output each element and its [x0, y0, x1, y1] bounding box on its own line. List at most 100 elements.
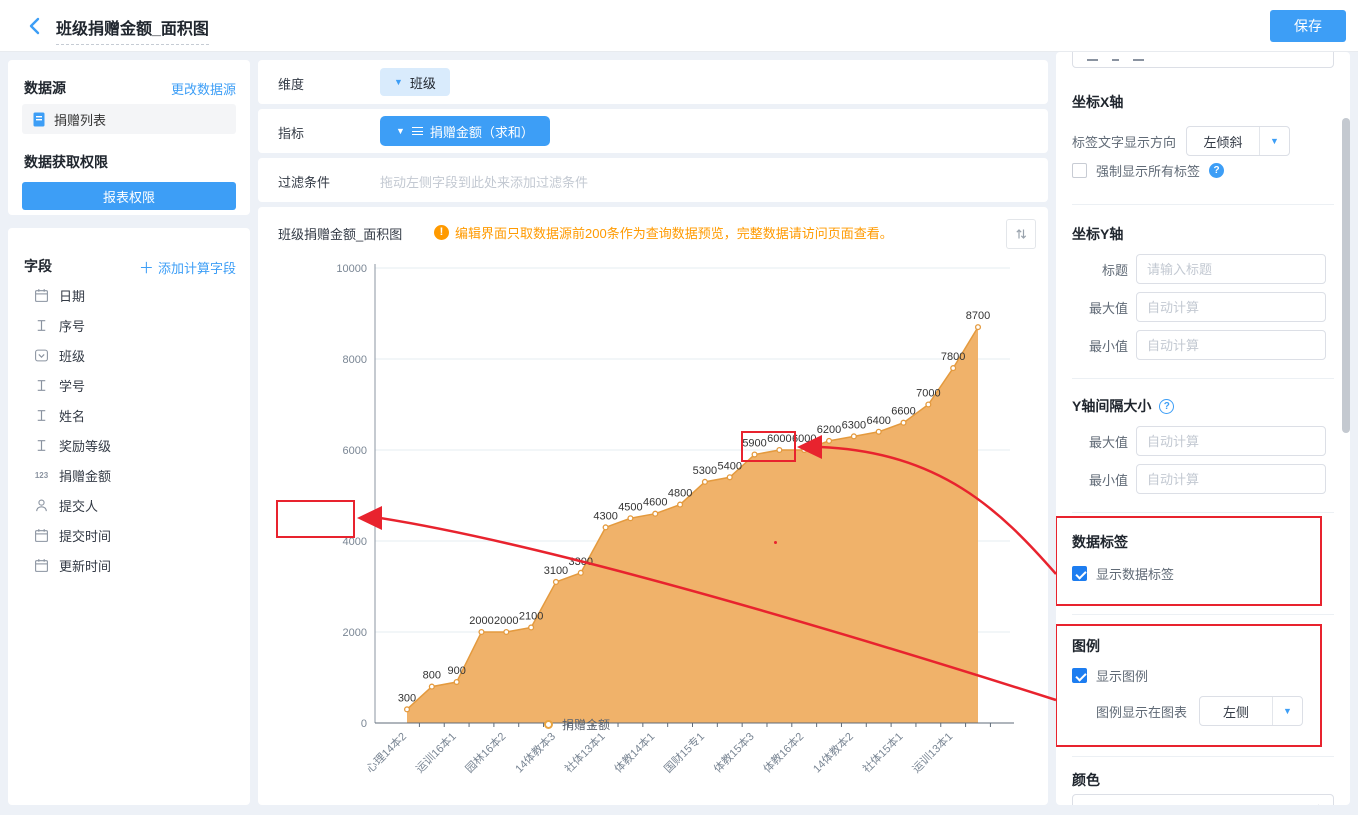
svg-text:社体13本1: 社体13本1 [562, 729, 608, 775]
svg-text:6400: 6400 [866, 415, 890, 427]
svg-text:800: 800 [423, 670, 441, 682]
legend-position-label: 图例显示在图表 [1096, 704, 1188, 720]
svg-text:6200: 6200 [817, 424, 841, 436]
svg-text:4600: 4600 [643, 497, 667, 509]
field-item[interactable]: 提交人 [34, 490, 111, 520]
y-interval-heading: Y轴间隔大小 [1072, 398, 1152, 414]
y-axis-max-input[interactable] [1136, 292, 1326, 322]
preview-warning: ! 编辑界面只取数据源前200条作为查询数据预览，完整数据请访问页面查看。 [434, 223, 893, 242]
svg-text:6600: 6600 [891, 406, 915, 418]
datasource-heading: 数据源 [24, 80, 66, 96]
metric-label: 指标 [278, 126, 305, 141]
back-icon[interactable] [26, 16, 46, 36]
calendar-icon [34, 528, 49, 543]
svg-text:社体15本1: 社体15本1 [859, 729, 905, 775]
number-icon: 123 [34, 470, 49, 480]
dimension-tag[interactable]: ▼ 班级 [380, 68, 450, 96]
divider [1072, 204, 1334, 205]
show-data-labels-label: 显示数据标签 [1096, 567, 1175, 582]
add-calculated-field-link[interactable]: ＋ 添加计算字段 [139, 257, 236, 278]
field-label: 班级 [59, 348, 86, 364]
y-interval-max-input[interactable] [1136, 426, 1326, 456]
field-item[interactable]: 123 捐赠金额 [34, 460, 111, 490]
text-icon [34, 408, 49, 423]
document-icon [32, 112, 46, 127]
svg-text:6000: 6000 [343, 445, 367, 457]
field-item[interactable]: 学号 [34, 370, 111, 400]
svg-text:2000: 2000 [494, 615, 518, 627]
y-axis-max-label: 最大值 [1088, 300, 1128, 316]
show-data-labels-checkbox[interactable] [1072, 566, 1087, 581]
field-label: 提交时间 [59, 528, 112, 544]
right-panel-scrollbar[interactable] [1342, 118, 1350, 433]
show-legend-checkbox[interactable] [1072, 668, 1087, 683]
field-item[interactable]: 奖励等级 [34, 430, 111, 460]
svg-text:体教14本1: 体教14本1 [611, 729, 657, 775]
chevron-down-icon: ▼ [1272, 697, 1302, 725]
svg-text:4800: 4800 [668, 488, 692, 500]
field-item[interactable]: 日期 [34, 280, 111, 310]
report-permission-button[interactable]: 报表权限 [22, 182, 236, 210]
sort-button[interactable] [1006, 219, 1036, 249]
svg-text:300: 300 [398, 692, 416, 704]
legend-position-select[interactable]: 左侧 ▼ [1199, 696, 1304, 726]
list-lines-icon [411, 127, 423, 135]
svg-text:10000: 10000 [336, 263, 367, 275]
field-item[interactable]: 班级 [34, 340, 111, 370]
svg-text:园林16本2: 园林16本2 [462, 729, 508, 775]
save-button[interactable]: 保存 [1270, 10, 1346, 42]
svg-text:14体教本2: 14体教本2 [810, 729, 856, 775]
color-scheme-input[interactable]: 烟花 [1072, 794, 1334, 805]
field-item[interactable]: 序号 [34, 310, 111, 340]
svg-text:6000: 6000 [792, 433, 816, 445]
x-label-direction-select[interactable]: 左倾斜 ▼ [1186, 126, 1291, 156]
force-all-labels-checkbox[interactable] [1072, 163, 1087, 178]
chevron-down-icon: ▼ [1259, 127, 1289, 155]
svg-text:14体教本3: 14体教本3 [512, 729, 558, 775]
svg-text:3300: 3300 [569, 556, 593, 568]
filter-row[interactable]: 过滤条件 拖动左侧字段到此处来添加过滤条件 [258, 158, 1048, 202]
data-label-heading: 数据标签 [1072, 534, 1128, 550]
permission-heading: 数据获取权限 [24, 154, 108, 170]
field-item[interactable]: 更新时间 [34, 550, 111, 580]
help-icon[interactable]: ? [1209, 163, 1225, 178]
change-datasource-link[interactable]: 更改数据源 [171, 79, 236, 98]
chart-panel: 班级捐赠金额_面积图 ! 编辑界面只取数据源前200条作为查询数据预览，完整数据… [258, 207, 1048, 805]
field-label: 姓名 [59, 408, 86, 424]
svg-text:2000: 2000 [343, 627, 367, 639]
y-axis-title-label: 标题 [1101, 262, 1128, 278]
metric-tag[interactable]: ▼ 捐赠金额（求和） [380, 116, 550, 146]
force-all-labels-label: 强制显示所有标签 [1096, 164, 1201, 179]
sort-arrows-icon [1016, 229, 1027, 239]
field-label: 更新时间 [59, 558, 112, 574]
y-axis-min-input[interactable] [1136, 330, 1326, 360]
svg-text:7800: 7800 [941, 351, 965, 363]
calendar-icon [34, 558, 49, 573]
help-icon[interactable]: ? [1159, 398, 1175, 414]
chevron-down-icon: ▼ [394, 77, 403, 87]
svg-text:0: 0 [361, 718, 367, 730]
dimension-row: 维度 ▼ 班级 [258, 60, 1048, 104]
filter-label: 过滤条件 [278, 175, 331, 190]
chevron-down-icon: ▼ [396, 126, 405, 136]
field-item[interactable]: 提交时间 [34, 520, 111, 550]
svg-text:国财15专1: 国财15专1 [661, 729, 707, 775]
clipped-input[interactable] [1072, 52, 1334, 68]
datasource-panel: 数据源 更改数据源 捐赠列表 数据获取权限 报表权限 [8, 60, 250, 215]
svg-text:体教15本3: 体教15本3 [710, 729, 756, 775]
y-axis-title-input[interactable] [1136, 254, 1326, 284]
field-label: 序号 [59, 318, 86, 334]
datasource-item[interactable]: 捐赠列表 [22, 104, 236, 134]
datasource-item-label: 捐赠列表 [54, 112, 107, 128]
svg-text:6300: 6300 [842, 419, 866, 431]
svg-text:2100: 2100 [519, 610, 543, 622]
y-interval-min-input[interactable] [1136, 464, 1326, 494]
legend-label: 捐赠金额 [562, 718, 611, 732]
divider [1072, 614, 1334, 615]
divider [1072, 378, 1334, 379]
chart-legend[interactable]: 捐赠金额 [544, 716, 610, 733]
field-label: 学号 [59, 378, 86, 394]
field-item[interactable]: 姓名 [34, 400, 111, 430]
data-label-annotation-box [1056, 516, 1322, 606]
area-chart: 0200040006000800010000300800 9002000 2000 2… [336, 263, 1014, 775]
